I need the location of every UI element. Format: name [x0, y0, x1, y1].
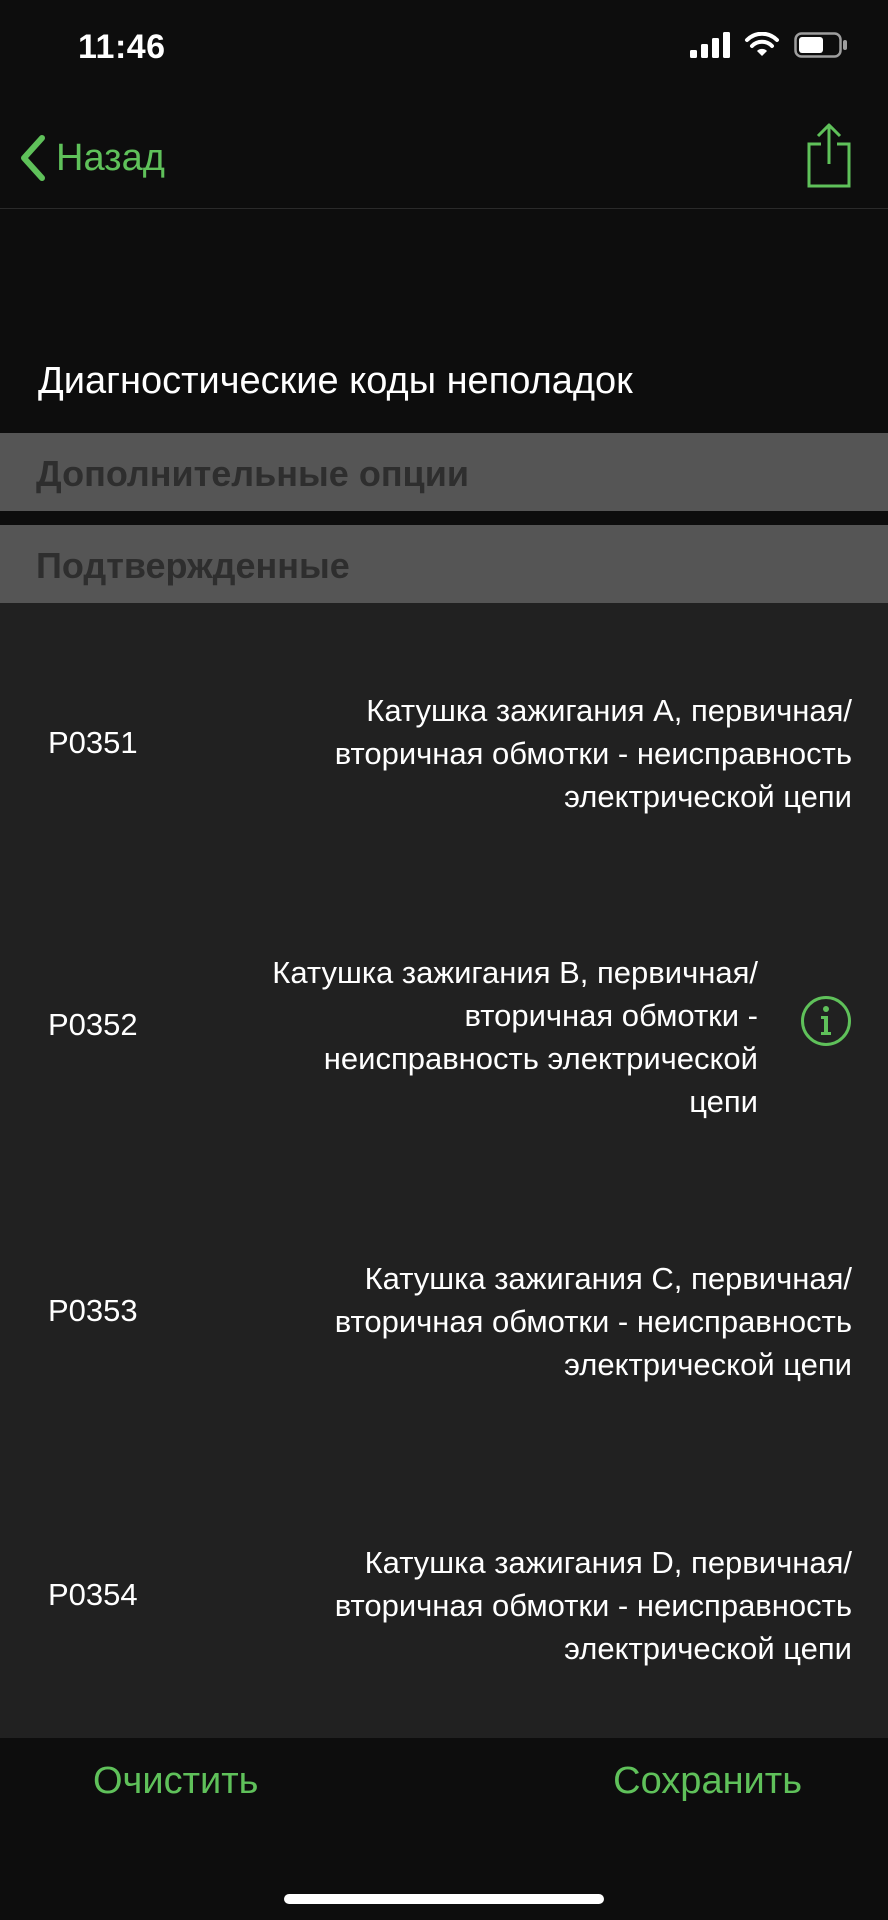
home-indicator[interactable]	[284, 1894, 604, 1904]
dtc-code: P0353	[48, 1293, 138, 1328]
dtc-row[interactable]: P0353 Катушка зажигания C, первичная/ вт…	[0, 1171, 888, 1455]
dtc-description-line: Катушка зажигания A, первичная/	[366, 693, 852, 728]
dtc-description-line: Катушка зажигания C, первичная/	[364, 1261, 852, 1296]
section-label: Дополнительные опции	[36, 453, 469, 494]
wifi-icon	[745, 32, 779, 56]
section-additional-options[interactable]: Дополнительные опции	[0, 433, 888, 511]
status-time: 11:46	[78, 28, 166, 66]
status-icons	[690, 32, 848, 58]
dtc-row[interactable]: P0352 Катушка зажигания B, первичная/ вт…	[0, 887, 888, 1171]
dtc-description-line: электрической цепи	[564, 1631, 852, 1666]
navigation-bar: Назад	[0, 100, 888, 209]
status-bar: 11:46	[0, 0, 888, 100]
dtc-row[interactable]: P0351 Катушка зажигания A, первичная/ вт…	[0, 603, 888, 887]
share-icon	[807, 123, 851, 188]
clear-button[interactable]: Очистить	[93, 1760, 258, 1803]
dtc-description: Катушка зажигания D, первичная/ вторична…	[335, 1541, 852, 1670]
info-icon	[801, 996, 851, 1046]
dtc-description-line: Катушка зажигания D, первичная/	[364, 1545, 852, 1580]
dtc-description-line: вторичная обмотки - неисправность	[334, 736, 852, 771]
save-button[interactable]: Сохранить	[613, 1760, 802, 1803]
section-confirmed[interactable]: Подтвержденные	[0, 525, 888, 603]
dtc-description: Катушка зажигания B, первичная/ вторична…	[272, 951, 758, 1123]
dtc-description: Катушка зажигания C, первичная/ вторична…	[335, 1257, 852, 1386]
dtc-description-line: вторичная обмотки - неисправность	[334, 1588, 852, 1623]
dtc-description-line: неисправность электрической	[323, 1041, 758, 1076]
back-button[interactable]: Назад	[18, 134, 165, 182]
dtc-code: P0351	[48, 725, 138, 760]
page-title: Диагностические коды неполадок	[38, 360, 633, 402]
dtc-description-line: электрической цепи	[564, 1347, 852, 1382]
dtc-row[interactable]: P0354 Катушка зажигания D, первичная/ вт…	[0, 1455, 888, 1739]
dtc-description-line: электрической цепи	[564, 779, 852, 814]
battery-icon	[794, 32, 847, 58]
dtc-description-line: вторичная обмотки -	[464, 998, 758, 1033]
dtc-description: Катушка зажигания A, первичная/ вторична…	[335, 689, 852, 818]
dtc-description-line: цепи	[689, 1084, 758, 1119]
share-button[interactable]	[804, 122, 854, 195]
dtc-code: P0352	[48, 1007, 138, 1042]
dtc-description-line: Катушка зажигания B, первичная/	[272, 955, 758, 990]
info-button[interactable]	[800, 995, 852, 1047]
dtc-description-line: вторичная обмотки - неисправность	[334, 1304, 852, 1339]
cellular-signal-icon	[690, 32, 730, 58]
back-label: Назад	[56, 136, 165, 179]
dtc-code: P0354	[48, 1577, 138, 1612]
bottom-toolbar: Очистить Сохранить	[0, 1738, 888, 1920]
dtc-list: P0351 Катушка зажигания A, первичная/ вт…	[0, 603, 888, 1738]
section-label: Подтвержденные	[36, 545, 350, 586]
chevron-left-icon	[21, 135, 45, 181]
